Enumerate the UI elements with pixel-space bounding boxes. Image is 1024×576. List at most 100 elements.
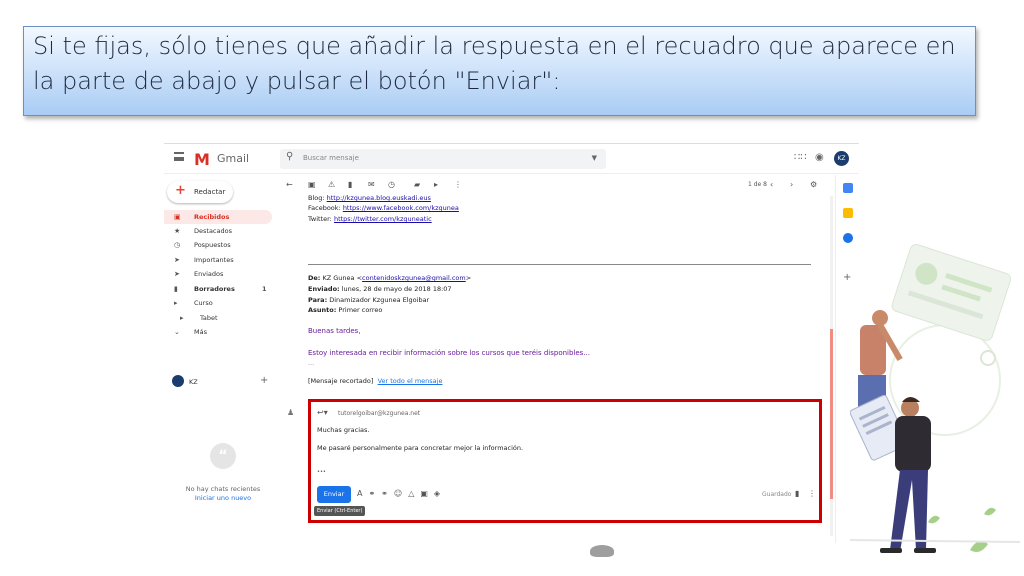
compose-button[interactable]: + Redactar xyxy=(167,181,233,203)
formatting-toolbar[interactable]: A⚭⚭☺△▣◈ xyxy=(357,489,446,498)
sidebar-item-mas[interactable]: ⌄ Más xyxy=(164,325,272,339)
mark-unread-icon[interactable]: ✉ xyxy=(368,180,375,189)
sidebar-item-destacados[interactable]: ★ Destacados xyxy=(164,224,272,238)
sidebar-item-label: Importantes xyxy=(194,256,234,264)
search-input[interactable]: Buscar mensaje xyxy=(303,154,359,162)
chat-bubble-icon: “ xyxy=(210,443,236,469)
sidebar-item-label: Curso xyxy=(194,299,213,307)
discard-draft-icon[interactable]: ▮ xyxy=(795,489,799,498)
sidebar-item-label: Pospuestos xyxy=(194,241,231,249)
reply-text-line[interactable]: Muchas gracias. xyxy=(317,426,369,434)
important-icon: ➤ xyxy=(174,256,180,264)
ground-line xyxy=(850,539,1021,543)
sidebar-item-recibidos[interactable]: ▣ Recibidos xyxy=(164,210,272,224)
label-icon: ▸ xyxy=(174,299,178,307)
gmail-header: M Gmail ⚲ Buscar mensaje ▼ ∷∷ ◉ KZ xyxy=(164,144,859,174)
message-toolbar: ← ▣ ⚠ ▮ ✉ ◷ ▰ ▸ ⋮ 1 de 8 ‹ › ⚙ xyxy=(286,177,831,195)
search-bar[interactable]: ⚲ Buscar mensaje ▼ xyxy=(280,149,606,169)
greeting-text: Buenas tardes, xyxy=(308,327,361,335)
sidebar-item-pospuestos[interactable]: ◷ Pospuestos xyxy=(164,238,272,252)
sidebar-item-borradores[interactable]: ▮ Borradores 1 xyxy=(164,282,272,296)
compose-label: Redactar xyxy=(194,188,226,196)
send-icon: ➤ xyxy=(174,270,180,278)
reply-recipient[interactable]: tutorelgoibar@kzgunea.net xyxy=(338,410,420,417)
blog-line: Blog: http://kzgunea.blog.euskadi.eus xyxy=(308,194,431,202)
label-icon: ▸ xyxy=(180,314,184,322)
gmail-logo-icon[interactable]: M xyxy=(194,150,210,169)
sidebar-item-curso[interactable]: ▸ Curso xyxy=(164,296,272,310)
sidebar-item-label: Borradores xyxy=(194,285,235,293)
label-icon[interactable]: ▸ xyxy=(434,180,438,189)
twitter-link[interactable]: https://twitter.com/kzguneatic xyxy=(334,215,432,223)
menu-icon[interactable] xyxy=(174,152,184,161)
saved-status: Guardado xyxy=(762,491,792,498)
report-spam-icon[interactable]: ⚠ xyxy=(328,180,335,189)
leaf-icon xyxy=(970,541,988,552)
reply-text-line[interactable]: Me pasaré personalmente para concretar m… xyxy=(317,444,523,452)
to-line: Para: Dinamizador Kzgunea Elgoibar xyxy=(308,296,430,304)
sidebar-item-enviados[interactable]: ➤ Enviados xyxy=(164,267,272,281)
delete-icon[interactable]: ▮ xyxy=(348,180,352,189)
person-icon: ♟ xyxy=(287,408,295,417)
sidebar-item-label: Recibidos xyxy=(194,213,230,221)
sent-line: Enviado: lunes, 28 de mayo de 2018 18:07 xyxy=(308,285,452,293)
calendar-icon[interactable] xyxy=(843,183,853,193)
hangouts-user[interactable]: KZ + xyxy=(172,374,272,390)
move-to-icon[interactable]: ▰ xyxy=(414,180,420,189)
next-page-icon[interactable]: › xyxy=(790,180,793,189)
body-text: Estoy interesada en recibir información … xyxy=(308,349,590,357)
start-new-chat-link[interactable]: Iniciar uno nuevo xyxy=(178,494,268,502)
reply-arrow-icon[interactable]: ↩▾ xyxy=(317,408,328,417)
back-arrow-icon[interactable]: ← xyxy=(286,180,293,189)
no-chats-text: No hay chats recientes xyxy=(185,485,261,493)
leaf-icon xyxy=(984,507,996,516)
subject-line: Asunto: Primer correo xyxy=(308,306,383,314)
clock-icon: ◷ xyxy=(174,241,181,249)
search-options-icon[interactable]: ▼ xyxy=(592,154,597,162)
search-icon[interactable]: ⚲ xyxy=(286,151,293,162)
gmail-window: M Gmail ⚲ Buscar mensaje ▼ ∷∷ ◉ KZ + Red… xyxy=(164,143,859,543)
account-circle-icon[interactable]: ◉ xyxy=(815,152,824,163)
settings-gear-icon[interactable]: ⚙ xyxy=(810,180,817,189)
gmail-logo-text: Gmail xyxy=(217,152,250,165)
add-contact-icon[interactable]: + xyxy=(260,375,268,386)
send-tooltip: Enviar (Ctrl-Enter) xyxy=(314,506,366,516)
hangouts-user-name: KZ xyxy=(189,378,198,386)
instruction-banner: Si te fijas, sólo tienes que añadir la r… xyxy=(23,26,976,116)
sidebar-item-tabet[interactable]: ▸ Tabet xyxy=(164,311,272,325)
more-options-icon[interactable]: ⋮ xyxy=(454,180,462,189)
quoted-ellipsis[interactable]: ... xyxy=(308,359,314,367)
more-options-icon[interactable]: ⋮ xyxy=(808,489,816,498)
pagination-text: 1 de 8 xyxy=(748,181,767,188)
snooze-icon[interactable]: ◷ xyxy=(388,180,395,189)
draft-count-badge: 1 xyxy=(262,285,267,293)
plus-icon: + xyxy=(175,183,186,198)
avatar xyxy=(172,375,184,387)
scrollbar-thumb[interactable] xyxy=(830,329,833,499)
leaf-icon xyxy=(928,515,940,524)
sidebar: + Redactar ▣ Recibidos ★ Destacados ◷ Po… xyxy=(164,175,279,543)
avatar[interactable]: KZ xyxy=(834,151,849,166)
view-full-message-link[interactable]: Ver todo el mensaje xyxy=(378,377,443,385)
prev-page-icon[interactable]: ‹ xyxy=(770,180,773,189)
star-icon: ★ xyxy=(174,227,181,235)
reply-box[interactable]: ↩▾ tutorelgoibar@kzgunea.net Muchas grac… xyxy=(308,399,822,523)
illustration xyxy=(850,243,1021,553)
keep-icon[interactable] xyxy=(843,208,853,218)
facebook-line: Facebook: https://www.facebook.com/kzgun… xyxy=(308,204,459,212)
apps-grid-icon[interactable]: ∷∷ xyxy=(794,152,807,163)
send-button[interactable]: Enviar xyxy=(317,486,351,503)
blog-link[interactable]: http://kzgunea.blog.euskadi.eus xyxy=(327,194,431,202)
sidebar-item-label: Destacados xyxy=(194,227,232,235)
sidebar-item-importantes[interactable]: ➤ Importantes xyxy=(164,253,272,267)
archive-icon[interactable]: ▣ xyxy=(308,180,316,189)
sidebar-item-label: Más xyxy=(194,328,207,336)
from-email-link[interactable]: contenidoskzgunea@gmail.com xyxy=(362,274,466,282)
show-trimmed-content-button[interactable]: ••• xyxy=(317,469,326,475)
divider xyxy=(308,264,811,265)
instruction-text: Si te fijas, sólo tienes que añadir la r… xyxy=(33,32,956,95)
facebook-link[interactable]: https://www.facebook.com/kzgunea xyxy=(343,204,459,212)
document-card-icon xyxy=(891,243,1012,341)
trimmed-line: [Mensaje recortado] Ver todo el mensaje xyxy=(308,377,443,385)
sidebar-item-label: Enviados xyxy=(194,270,224,278)
